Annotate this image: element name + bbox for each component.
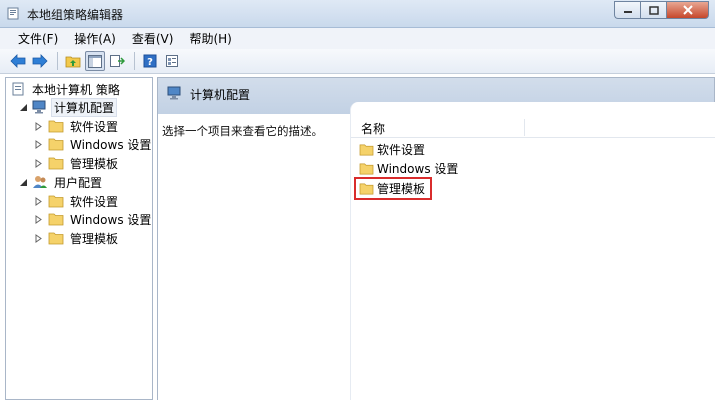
help-button[interactable]: ? xyxy=(140,51,160,71)
folder-icon xyxy=(48,195,64,208)
tree-item-user-config-label: 用户配置 xyxy=(54,175,103,190)
policy-document-icon xyxy=(12,82,24,96)
expand-icon[interactable] xyxy=(34,214,44,224)
tree-item-admin-templates[interactable]: 管理模板 xyxy=(34,154,120,172)
export-list-button[interactable] xyxy=(107,51,127,71)
folder-icon xyxy=(48,157,64,170)
properties-button[interactable] xyxy=(162,51,182,71)
menu-bar: 文件(F) 操作(A) 查看(V) 帮助(H) xyxy=(0,28,715,49)
expand-icon[interactable] xyxy=(34,121,44,131)
items-list: 名称 软件设置 Windows 设置 管理模板 xyxy=(350,102,715,400)
folder-icon xyxy=(359,163,374,175)
toolbar-separator xyxy=(57,52,58,70)
tree-item-software-settings[interactable]: 软件设置 xyxy=(34,192,120,210)
tree-item-software-settings[interactable]: 软件设置 xyxy=(34,117,120,135)
toolbar: ? xyxy=(0,49,715,74)
maximize-icon xyxy=(648,5,659,15)
window-title: 本地组策略编辑器 xyxy=(27,8,124,22)
details-header-title: 计算机配置 xyxy=(190,88,251,102)
folder-icon xyxy=(48,232,64,245)
show-hide-tree-icon xyxy=(88,54,102,68)
list-item-admin-templates[interactable]: 管理模板 xyxy=(353,177,433,200)
show-hide-tree-button[interactable] xyxy=(85,51,105,71)
list-item-label: Windows 设置 xyxy=(377,162,459,176)
export-list-icon xyxy=(110,55,125,67)
properties-icon xyxy=(166,55,178,67)
tree-item-label: 管理模板 xyxy=(70,231,119,246)
tree-item-label: 管理模板 xyxy=(70,156,119,171)
minimize-icon xyxy=(623,11,632,13)
close-button[interactable] xyxy=(666,1,709,19)
details-pane: 计算机配置 选择一个项目来查看它的描述。 名称 软件设置 Windows 设置 … xyxy=(157,77,715,400)
description-pane: 选择一个项目来查看它的描述。 xyxy=(158,114,350,400)
users-icon xyxy=(33,176,47,188)
tree-item-label: 软件设置 xyxy=(70,194,119,209)
forward-button[interactable] xyxy=(30,51,50,71)
tree-item-user-config[interactable]: 用户配置 xyxy=(18,173,104,191)
tree-item-computer-config[interactable]: 计算机配置 xyxy=(18,97,118,117)
tree-item-label: Windows 设置 xyxy=(70,137,152,152)
list-item-windows-settings[interactable]: Windows 设置 xyxy=(359,159,458,178)
expand-icon[interactable] xyxy=(34,139,44,149)
menu-view[interactable]: 查看(V) xyxy=(124,29,182,49)
computer-icon xyxy=(32,100,46,114)
collapse-icon[interactable] xyxy=(18,102,28,112)
expand-icon[interactable] xyxy=(34,196,44,206)
up-folder-icon xyxy=(65,56,81,68)
forward-arrow-icon xyxy=(32,54,48,68)
title-bar: 本地组策略编辑器 xyxy=(0,0,715,28)
tree-root-label: 本地计算机 策略 xyxy=(32,82,120,97)
folder-icon xyxy=(359,144,374,156)
minimize-button[interactable] xyxy=(614,1,640,19)
column-divider[interactable] xyxy=(524,119,525,136)
folder-icon xyxy=(48,138,64,151)
maximize-button[interactable] xyxy=(640,1,666,19)
folder-icon xyxy=(48,213,64,226)
expand-icon[interactable] xyxy=(34,233,44,243)
expand-icon[interactable] xyxy=(34,158,44,168)
list-item-label: 管理模板 xyxy=(377,182,426,196)
computer-config-icon xyxy=(167,86,181,100)
navigation-tree: 本地计算机 策略 计算机配置 软件设置 Windows 设置 管理模板 用户配置… xyxy=(5,77,153,400)
column-header[interactable]: 名称 xyxy=(351,117,715,138)
collapse-icon[interactable] xyxy=(18,177,28,187)
tree-item-computer-config-label: 计算机配置 xyxy=(50,97,118,117)
help-icon: ? xyxy=(143,54,157,68)
list-item-label: 软件设置 xyxy=(377,143,426,157)
group-policy-app-icon xyxy=(7,7,19,20)
svg-text:?: ? xyxy=(147,57,153,68)
tree-item-label: Windows 设置 xyxy=(70,212,152,227)
back-arrow-icon xyxy=(10,54,26,68)
menu-action[interactable]: 操作(A) xyxy=(66,29,124,49)
description-text: 选择一个项目来查看它的描述。 xyxy=(162,124,323,138)
close-icon xyxy=(682,5,693,15)
up-one-level-button[interactable] xyxy=(63,51,83,71)
list-item-software-settings[interactable]: 软件设置 xyxy=(359,140,425,159)
folder-icon xyxy=(48,120,64,133)
tree-root[interactable]: 本地计算机 策略 xyxy=(10,80,122,98)
toolbar-separator xyxy=(134,52,135,70)
menu-file[interactable]: 文件(F) xyxy=(10,29,66,49)
menu-help[interactable]: 帮助(H) xyxy=(181,29,239,49)
tree-item-label: 软件设置 xyxy=(70,119,119,134)
tree-item-admin-templates[interactable]: 管理模板 xyxy=(34,229,120,247)
tree-item-windows-settings[interactable]: Windows 设置 xyxy=(34,210,153,228)
back-button[interactable] xyxy=(8,51,28,71)
column-name-label[interactable]: 名称 xyxy=(361,120,385,137)
tree-item-windows-settings[interactable]: Windows 设置 xyxy=(34,135,153,153)
folder-icon xyxy=(359,183,374,195)
window-controls xyxy=(614,1,709,19)
